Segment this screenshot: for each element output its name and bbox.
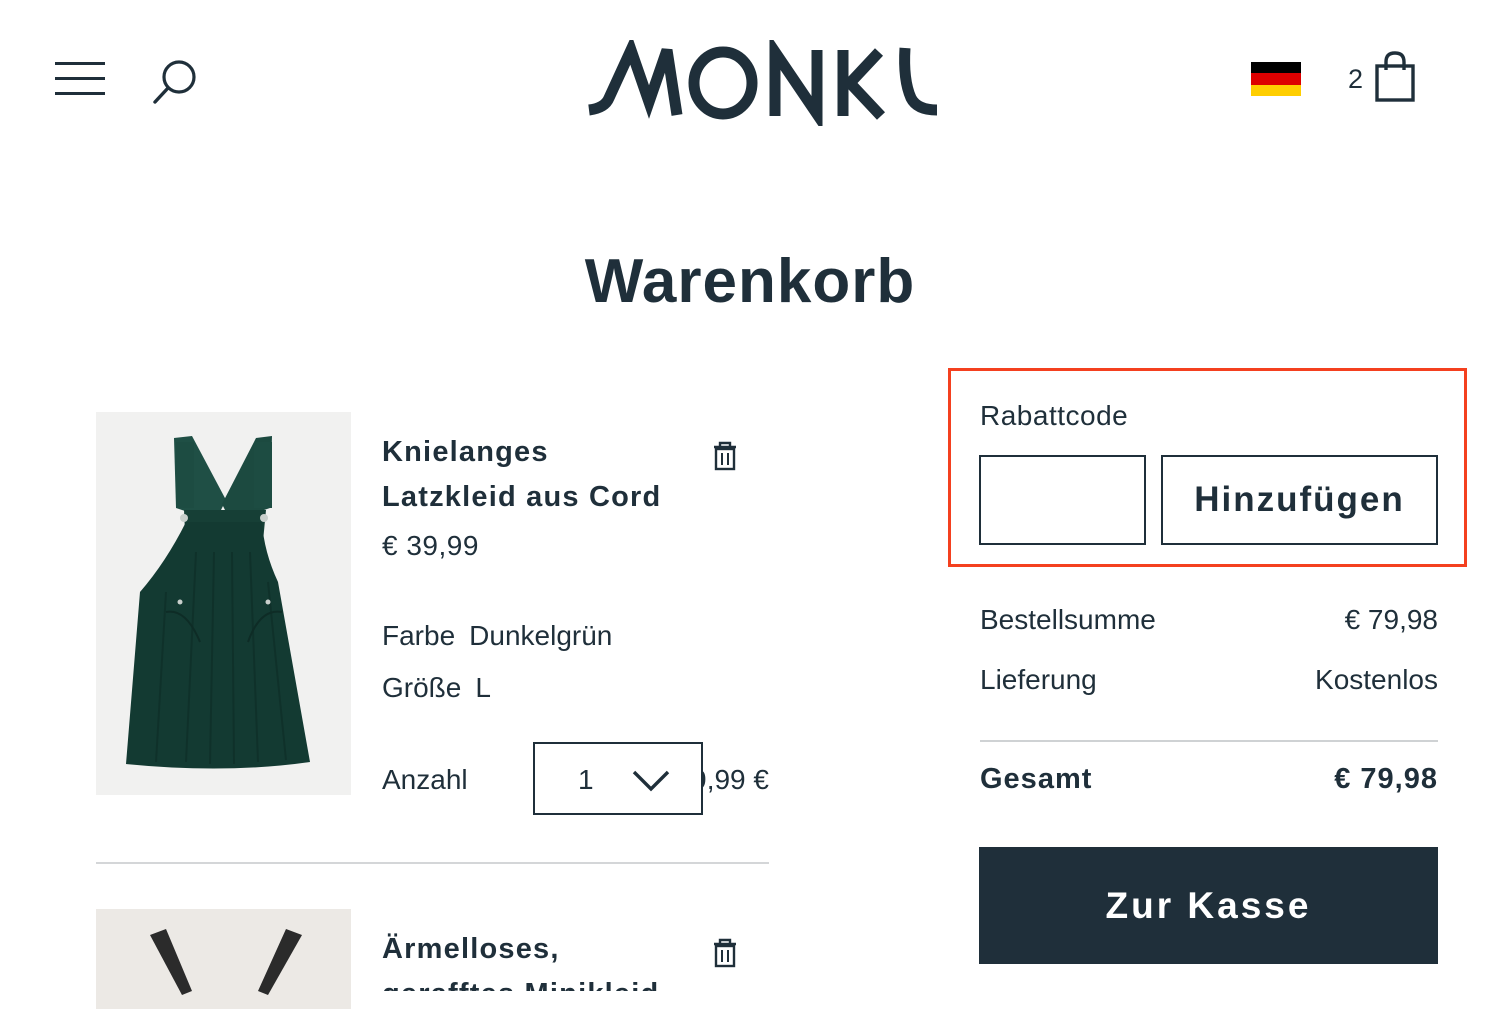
item-divider bbox=[96, 862, 769, 864]
shipping-label: Lieferung bbox=[980, 664, 1097, 695]
cart-button[interactable]: 2 bbox=[1345, 50, 1420, 104]
checkout-button[interactable]: Zur Kasse bbox=[979, 847, 1438, 964]
size-value: L bbox=[475, 672, 491, 703]
page-title: Warenkorb bbox=[584, 247, 916, 316]
product-image[interactable] bbox=[96, 909, 351, 1009]
quantity-label: Anzahl bbox=[382, 764, 468, 795]
trash-icon[interactable] bbox=[710, 937, 740, 969]
add-discount-button[interactable]: Hinzufügen bbox=[1161, 455, 1438, 545]
line-total: € 39,99 bbox=[703, 764, 769, 795]
hamburger-menu-icon[interactable] bbox=[55, 62, 105, 96]
shipping-row: Lieferung Kostenlos bbox=[980, 664, 1438, 696]
total-value: € 79,98 bbox=[1334, 763, 1438, 795]
summary-divider bbox=[980, 740, 1438, 742]
color-value: Dunkelgrün bbox=[469, 620, 613, 651]
product-name-link[interactable]: Knielanges Latzkleid aus Cord bbox=[382, 430, 692, 520]
cart-count-badge: 2 bbox=[1348, 64, 1364, 94]
subtotal-row: Bestellsumme € 79,98 bbox=[980, 604, 1438, 636]
discount-label: Rabattcode bbox=[980, 400, 1129, 431]
color-label: Farbe bbox=[382, 620, 456, 651]
total-label: Gesamt bbox=[980, 763, 1093, 795]
germany-flag-icon[interactable] bbox=[1251, 62, 1301, 96]
shipping-value: Kostenlos bbox=[1315, 664, 1438, 695]
product-price: € 39,99 bbox=[382, 530, 479, 561]
product-color: Farbe Dunkelgrün bbox=[382, 620, 612, 652]
trash-icon[interactable] bbox=[710, 440, 740, 472]
subtotal-value: € 79,98 bbox=[1344, 604, 1438, 635]
quantity-value: 1 bbox=[578, 764, 594, 795]
subtotal-label: Bestellsumme bbox=[980, 604, 1156, 635]
shopping-bag-icon bbox=[1375, 51, 1415, 102]
chevron-down-icon bbox=[632, 770, 670, 792]
discount-code-input[interactable] bbox=[979, 455, 1146, 545]
product-size: Größe L bbox=[382, 672, 491, 704]
monki-logo[interactable] bbox=[585, 34, 947, 132]
total-row: Gesamt € 79,98 bbox=[980, 763, 1438, 796]
product-image[interactable] bbox=[96, 412, 351, 795]
search-icon[interactable] bbox=[150, 56, 204, 106]
product-name-link[interactable]: Ärmelloses, gerafftes Minikleid bbox=[382, 927, 692, 991]
quantity-select[interactable]: 1 bbox=[533, 742, 703, 815]
size-label: Größe bbox=[382, 672, 462, 703]
